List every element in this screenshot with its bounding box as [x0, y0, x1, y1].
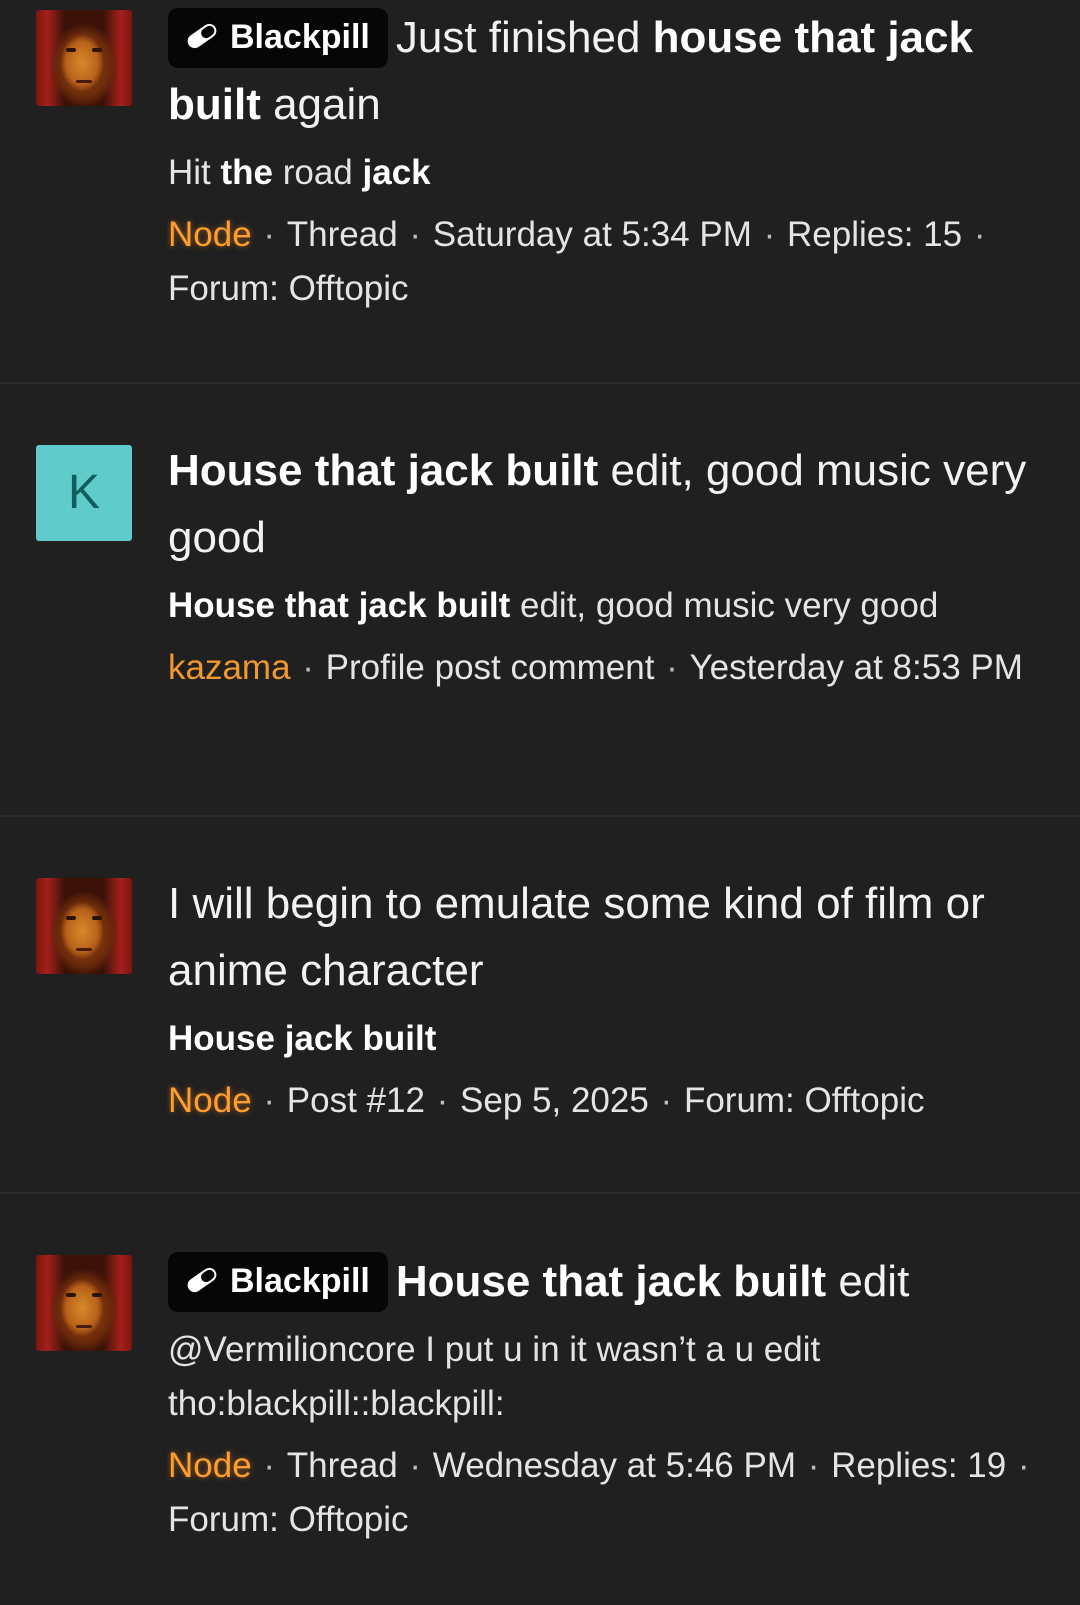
content-type: Thread — [286, 215, 398, 254]
timestamp[interactable]: Sep 5, 2025 — [460, 1081, 649, 1120]
reply-count: Replies: 15 — [786, 215, 963, 254]
title-text: I will begin to emulate some kind of fil… — [168, 879, 985, 995]
result-snippet: @Vermilioncore I put u in it wasn’t a u … — [168, 1330, 821, 1423]
title-text: edit — [826, 1257, 910, 1306]
forum-link[interactable]: Forum: Offtopic — [168, 269, 409, 308]
avatar-eye — [66, 48, 76, 52]
content-type: Thread — [286, 1446, 398, 1485]
timestamp[interactable]: Yesterday at 8:53 PM — [690, 648, 1023, 687]
title-text: again — [260, 80, 381, 129]
avatar-eye — [66, 1293, 76, 1297]
post-number[interactable]: Post #12 — [287, 1081, 425, 1120]
title-text: Just finished — [395, 13, 653, 62]
pill-icon — [182, 11, 222, 69]
result-title[interactable]: Blackpill House that jack built edit — [168, 1248, 1048, 1315]
timestamp[interactable]: Saturday at 5:34 PM — [433, 215, 752, 254]
avatar-eye — [92, 916, 102, 920]
result-snippet: House jack built — [168, 1019, 437, 1058]
user-avatar[interactable] — [36, 878, 132, 974]
timestamp[interactable]: Wednesday at 5:46 PM — [433, 1446, 796, 1485]
avatar-mouth — [76, 948, 92, 951]
result-meta: Node · Thread · Saturday at 5:34 PM · Re… — [168, 215, 986, 308]
title-highlight: House that jack built — [395, 1257, 827, 1306]
search-result[interactable]: Blackpill Just finished house that jack … — [0, 0, 1080, 383]
user-avatar[interactable]: K — [36, 445, 132, 541]
forum-link[interactable]: Forum: Offtopic — [168, 1500, 409, 1539]
forum-link[interactable]: Forum: Offtopic — [684, 1081, 925, 1120]
result-meta: kazama · Profile post comment · Yesterda… — [168, 648, 1023, 687]
result-meta: Node · Thread · Wednesday at 5:46 PM · R… — [168, 1446, 1030, 1539]
avatar-mouth — [76, 80, 92, 83]
prefix-badge: Blackpill — [168, 8, 388, 68]
avatar-mouth — [76, 1325, 92, 1328]
result-snippet: Hit the road jack — [168, 153, 431, 192]
title-highlight: House that jack built — [168, 446, 599, 495]
username-link[interactable]: Node — [168, 1446, 252, 1485]
search-result[interactable]: K House that jack built edit, good music… — [0, 384, 1080, 816]
user-avatar[interactable] — [36, 1255, 132, 1351]
search-result[interactable]: Blackpill House that jack built edit @Ve… — [0, 1194, 1080, 1605]
user-avatar[interactable] — [36, 10, 132, 106]
username-link[interactable]: kazama — [168, 648, 291, 687]
search-result[interactable]: I will begin to emulate some kind of fil… — [0, 817, 1080, 1193]
avatar-eye — [92, 1293, 102, 1297]
result-meta: Node · Post #12 · Sep 5, 2025 · Forum: O… — [168, 1081, 925, 1120]
content-type: Profile post comment — [325, 648, 655, 687]
result-title[interactable]: Blackpill Just finished house that jack … — [168, 4, 1048, 138]
pill-icon — [182, 1255, 222, 1313]
reply-count: Replies: 19 — [831, 1446, 1007, 1485]
result-snippet: House that jack built edit, good music v… — [168, 586, 939, 625]
result-title[interactable]: I will begin to emulate some kind of fil… — [168, 870, 1048, 1004]
avatar-eye — [66, 916, 76, 920]
result-title[interactable]: House that jack built edit, good music v… — [168, 437, 1048, 571]
avatar-eye — [92, 48, 102, 52]
username-link[interactable]: Node — [168, 215, 252, 254]
username-link[interactable]: Node — [168, 1081, 252, 1120]
prefix-badge: Blackpill — [168, 1252, 388, 1312]
